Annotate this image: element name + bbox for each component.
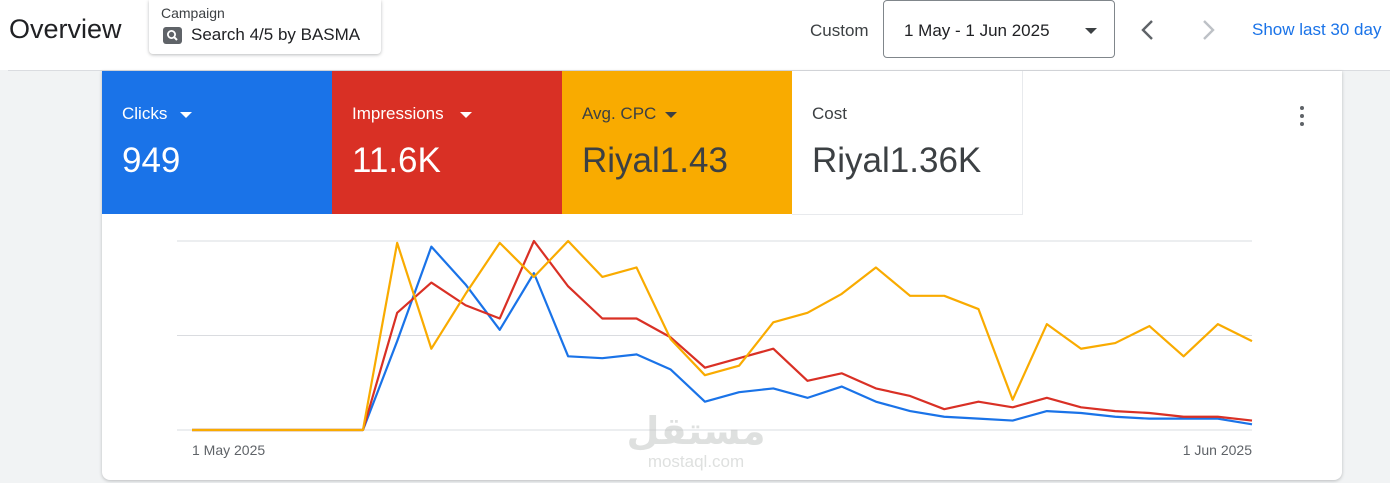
- metric-label: Clicks: [122, 104, 168, 123]
- dropdown-arrow-icon[interactable]: [665, 112, 677, 118]
- more-options-icon[interactable]: [1292, 104, 1312, 128]
- dropdown-arrow-icon[interactable]: [460, 112, 472, 118]
- dropdown-arrow-icon: [1085, 28, 1097, 34]
- campaign-value: Search 4/5 by BASMA: [191, 25, 361, 44]
- show-last-30-days-link[interactable]: Show last 30 day: [1252, 20, 1381, 40]
- dropdown-arrow-icon[interactable]: [180, 112, 192, 118]
- metric-value: Riyal1.36K: [812, 141, 982, 180]
- metric-label: Impressions: [352, 104, 444, 123]
- metric-value: Riyal1.43: [582, 141, 728, 180]
- metric-label: Cost: [812, 104, 847, 123]
- campaign-selector[interactable]: Campaign Search 4/5 by BASMA: [149, 0, 381, 54]
- page-title: Overview: [9, 14, 122, 44]
- metric-tile-impressions[interactable]: Impressions 11.6K: [332, 71, 562, 214]
- metric-label: Avg. CPC: [582, 104, 657, 123]
- next-period-button[interactable]: [1193, 13, 1223, 47]
- previous-period-button[interactable]: [1133, 13, 1163, 47]
- performance-line-chart: 1 May 2025 1 Jun 2025: [177, 239, 1253, 458]
- metric-value: 949: [122, 141, 181, 180]
- search-icon: [163, 27, 182, 44]
- metric-tile-avg-cpc[interactable]: Avg. CPC Riyal1.43: [562, 71, 792, 214]
- series-line-0: [192, 245, 1253, 432]
- date-range-dropdown[interactable]: 1 May - 1 Jun 2025: [883, 0, 1115, 58]
- performance-card: Clicks 949 Impressions 11.6K Avg. CPC Ri…: [102, 71, 1342, 480]
- metric-value: 11.6K: [352, 141, 441, 180]
- custom-range-label: Custom: [810, 21, 869, 40]
- x-tick-label-end: 1 Jun 2025: [1183, 442, 1252, 458]
- chevron-right-icon: [1203, 20, 1215, 40]
- metric-tile-cost[interactable]: Cost Riyal1.36K: [792, 71, 1023, 215]
- chevron-left-icon: [1141, 20, 1153, 40]
- x-tick-label-start: 1 May 2025: [192, 442, 265, 458]
- metric-tile-clicks[interactable]: Clicks 949: [102, 71, 332, 214]
- date-range-value: 1 May - 1 Jun 2025: [904, 21, 1050, 40]
- top-bar: Overview Campaign Search 4/5 by BASMA Cu…: [0, 0, 1390, 70]
- campaign-label: Campaign: [161, 5, 225, 21]
